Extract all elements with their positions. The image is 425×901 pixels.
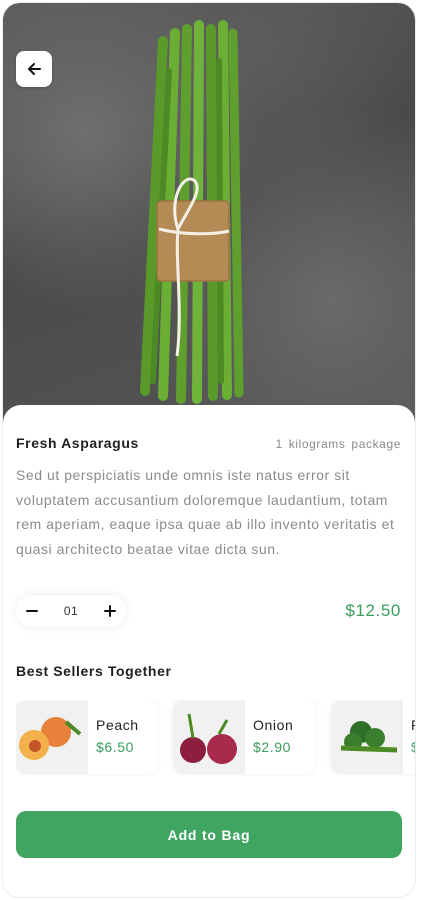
asparagus-image [140,20,244,404]
peach-image [16,700,88,774]
product-price: $12.50 [345,601,401,620]
decrease-quantity-button[interactable] [22,601,42,621]
increase-quantity-button[interactable] [100,601,120,621]
product-unit: 1 kilograms package [275,437,401,451]
back-button[interactable] [16,51,52,87]
quantity-stepper: 01 [16,595,126,627]
arrow-left-icon [28,63,41,75]
quantity-value: 01 [63,604,79,618]
onion-image [173,700,245,774]
minus-icon [26,610,38,612]
product-screen: Fresh Asparagus 1 kilograms package Sed … [2,2,416,898]
product-hero-image [3,3,415,433]
add-to-bag-button[interactable]: Add to Bag [16,811,402,858]
product-card-price: $2.90 [253,739,292,755]
best-sellers-title: Best Sellers Together [16,663,172,679]
product-card-partial[interactable]: P $ [331,700,415,774]
product-card-peach[interactable]: Peach $6.50 [16,700,157,774]
broccoli-image [331,700,403,774]
product-card-price: $6.50 [96,739,135,755]
product-card-name: Peach [96,717,139,733]
best-sellers-list: Peach $6.50 Onion $2.90 [16,700,415,776]
product-description: Sed ut perspiciatis unde omnis iste natu… [16,467,395,557]
product-name: Fresh Asparagus [16,435,139,451]
product-card-onion[interactable]: Onion $2.90 [173,700,315,774]
product-details-sheet: Fresh Asparagus 1 kilograms package Sed … [3,405,415,897]
product-card-price: $ [411,739,415,755]
product-card-name: P [411,717,415,733]
product-card-name: Onion [253,717,294,733]
plus-icon [103,605,116,617]
